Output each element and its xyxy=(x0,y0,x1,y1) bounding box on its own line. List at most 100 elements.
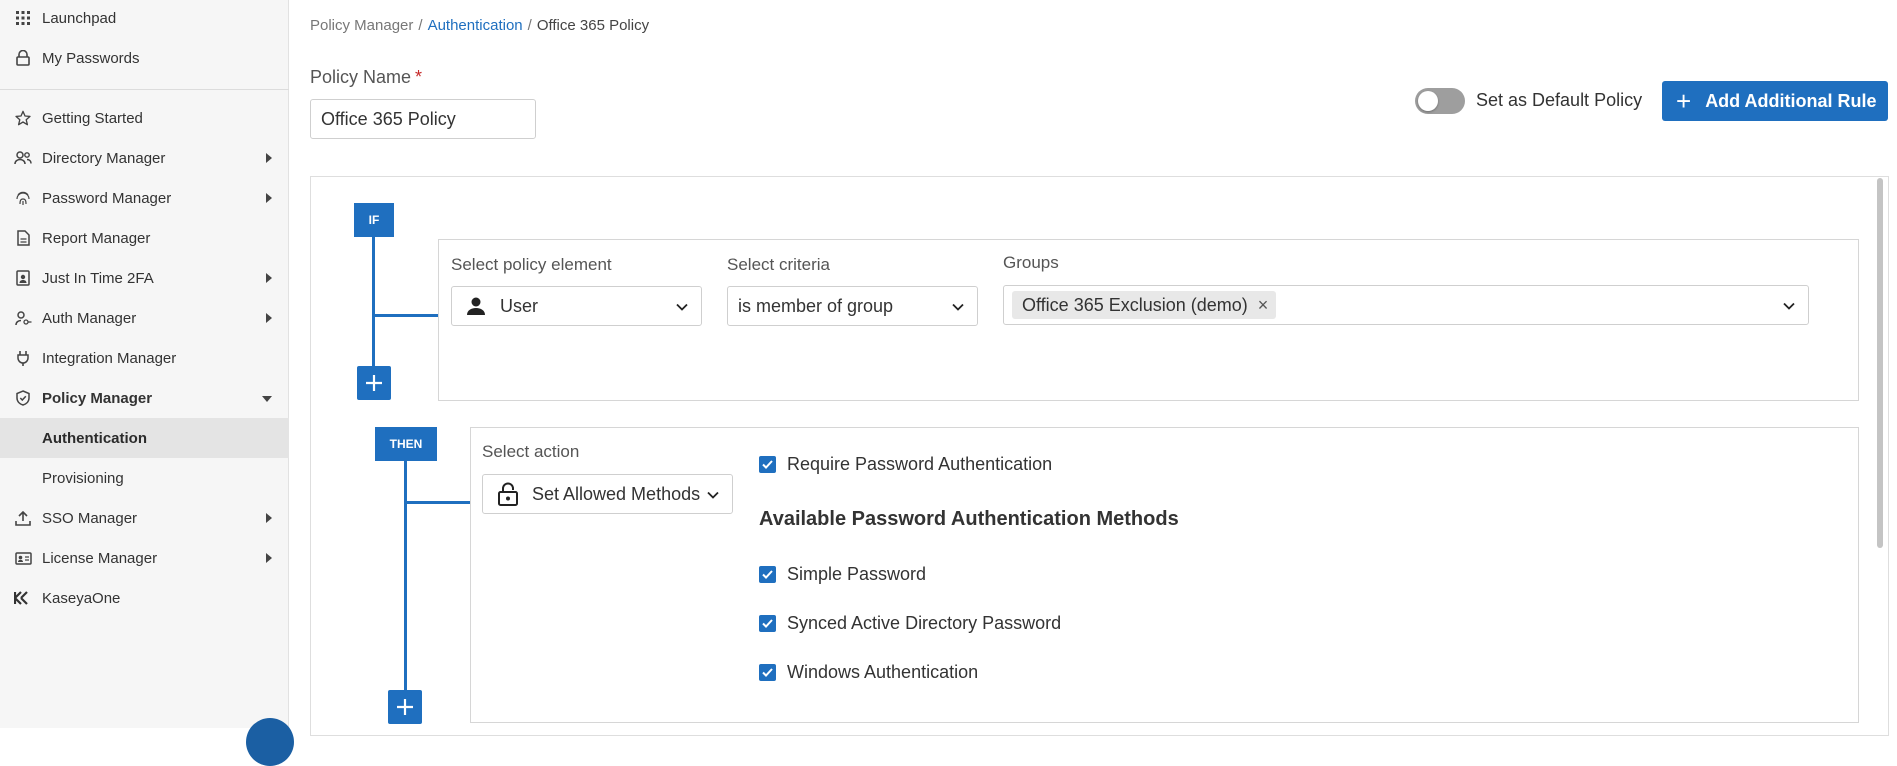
required-marker: * xyxy=(415,67,423,87)
sidebar-item-launchpad[interactable]: Launchpad xyxy=(0,0,289,38)
policy-name-label-text: Policy Name xyxy=(310,67,412,87)
remove-chip-icon[interactable]: × xyxy=(1258,295,1269,316)
sidebar-item-directory-manager[interactable]: Directory Manager xyxy=(0,138,289,178)
chevron-right-icon xyxy=(266,153,272,163)
sidebar-item-integration-manager[interactable]: Integration Manager xyxy=(0,338,289,378)
criteria-label: Select criteria xyxy=(727,255,830,274)
sidebar-item-report-manager[interactable]: Report Manager xyxy=(0,218,289,258)
sidebar-item-my-passwords[interactable]: My Passwords xyxy=(0,38,289,78)
fingerprint-icon xyxy=(12,190,34,206)
sidebar-item-getting-started[interactable]: Getting Started xyxy=(0,98,289,138)
sidebar-item-label: Report Manager xyxy=(42,229,151,247)
sidebar-item-label: Getting Started xyxy=(42,109,143,127)
scrollbar[interactable] xyxy=(1877,178,1883,548)
lock-icon xyxy=(12,50,34,66)
method-checkbox-row[interactable]: Synced Active Directory Password xyxy=(759,613,1061,634)
chevron-down-icon xyxy=(952,303,964,311)
sidebar-subitem-authentication[interactable]: Authentication xyxy=(0,418,289,458)
sidebar-item-auth-manager[interactable]: Auth Manager xyxy=(0,298,289,338)
method-label: Simple Password xyxy=(787,564,927,584)
checkmark-icon xyxy=(762,570,773,579)
sidebar-item-just-in-time-2fa[interactable]: Just In Time 2FA xyxy=(0,258,289,298)
id-card-icon xyxy=(12,551,34,565)
then-connector-line xyxy=(404,461,407,691)
toggle-knob xyxy=(1418,91,1438,111)
chevron-right-icon xyxy=(266,513,272,523)
add-condition-button[interactable] xyxy=(357,366,391,400)
group-chip: Office 365 Exclusion (demo) × xyxy=(1012,291,1277,319)
checkmark-icon xyxy=(762,668,773,677)
breadcrumb: Policy Manager / Authentication / Office 365… xyxy=(310,17,649,34)
windows-authentication-checkbox[interactable] xyxy=(759,664,776,681)
sidebar-item-label: Password Manager xyxy=(42,189,172,207)
sidebar-item-label: KaseyaOne xyxy=(42,589,121,607)
sidebar-item-label: Directory Manager xyxy=(42,149,166,167)
default-policy-label: Set as Default Policy xyxy=(1476,90,1643,110)
plug-icon xyxy=(12,350,34,366)
method-checkbox-row[interactable]: Simple Password xyxy=(759,564,926,585)
method-label: Synced Active Directory Password xyxy=(787,613,1062,633)
add-additional-rule-button[interactable]: + Add Additional Rule xyxy=(1662,81,1888,121)
unlock-icon xyxy=(497,482,519,506)
chevron-right-icon xyxy=(266,553,272,563)
groups-label: Groups xyxy=(1003,253,1059,272)
sidebar-item-sso-manager[interactable]: SSO Manager xyxy=(0,498,289,538)
method-label: Windows Authentication xyxy=(787,662,979,682)
add-rule-label: Add Additional Rule xyxy=(1705,90,1877,111)
person-icon xyxy=(466,296,486,316)
then-branch-line xyxy=(404,501,470,504)
action-label: Select action xyxy=(482,442,580,461)
breadcrumb-separator: / xyxy=(418,17,423,34)
plus-icon xyxy=(397,699,413,715)
chevron-down-icon xyxy=(707,491,719,499)
policy-element-label: Select policy element xyxy=(451,255,612,274)
require-password-label: Require Password Authentication xyxy=(787,454,1053,474)
sidebar: Launchpad My Passwords Getting Started D… xyxy=(0,0,294,766)
sidebar-item-password-manager[interactable]: Password Manager xyxy=(0,178,289,218)
sidebar-item-policy-manager[interactable]: Policy Manager xyxy=(0,378,289,418)
policy-name-input[interactable] xyxy=(310,99,536,139)
document-icon xyxy=(12,230,34,246)
chevron-right-icon xyxy=(266,273,272,283)
simple-password-checkbox[interactable] xyxy=(759,566,776,583)
sidebar-item-label: Policy Manager xyxy=(42,389,153,407)
sidebar-item-label: My Passwords xyxy=(42,49,140,67)
chevron-right-icon xyxy=(266,193,272,203)
badge-icon xyxy=(12,270,34,286)
plus-icon: + xyxy=(1676,86,1692,116)
sidebar-item-label: SSO Manager xyxy=(42,509,138,527)
criteria-select[interactable]: is member of group xyxy=(727,286,978,326)
group-chip-label: Office 365 Exclusion (demo) xyxy=(1022,294,1248,315)
sidebar-subitem-provisioning[interactable]: Provisioning xyxy=(0,458,289,498)
sidebar-subitem-label: Provisioning xyxy=(42,469,124,487)
method-checkbox-row[interactable]: Windows Authentication xyxy=(759,662,978,683)
user-key-icon xyxy=(12,310,34,326)
star-icon xyxy=(12,110,34,126)
policy-element-select[interactable]: User xyxy=(451,286,702,326)
breadcrumb-link-authentication[interactable]: Authentication xyxy=(428,17,523,34)
users-icon xyxy=(12,151,34,165)
upload-icon xyxy=(12,510,34,526)
action-select[interactable]: Set Allowed Methods xyxy=(482,474,733,514)
breadcrumb-current: Office 365 Policy xyxy=(536,17,650,34)
add-action-button[interactable] xyxy=(388,690,422,724)
checkmark-icon xyxy=(762,460,773,469)
sidebar-item-label: Launchpad xyxy=(42,9,117,27)
groups-multiselect[interactable]: Office 365 Exclusion (demo) × xyxy=(1003,285,1809,325)
sidebar-item-label: Integration Manager xyxy=(42,349,177,367)
sidebar-item-kaseyaone[interactable]: KaseyaOne xyxy=(0,578,289,618)
sidebar-item-license-manager[interactable]: License Manager xyxy=(0,538,289,578)
if-tag: IF xyxy=(354,203,394,237)
synced-ad-password-checkbox[interactable] xyxy=(759,615,776,632)
then-action-box xyxy=(470,427,1859,723)
breadcrumb-root[interactable]: Policy Manager xyxy=(310,17,413,34)
grid-icon xyxy=(12,11,34,25)
require-password-checkbox[interactable] xyxy=(759,456,776,473)
sidebar-item-label: License Manager xyxy=(42,549,158,567)
default-policy-toggle[interactable] xyxy=(1415,88,1465,114)
help-launcher-button[interactable] xyxy=(246,718,294,766)
require-password-checkbox-row[interactable]: Require Password Authentication xyxy=(759,454,1052,475)
action-value: Set Allowed Methods xyxy=(532,483,701,504)
chevron-down-icon xyxy=(1783,302,1795,310)
chevron-right-icon xyxy=(266,313,272,323)
